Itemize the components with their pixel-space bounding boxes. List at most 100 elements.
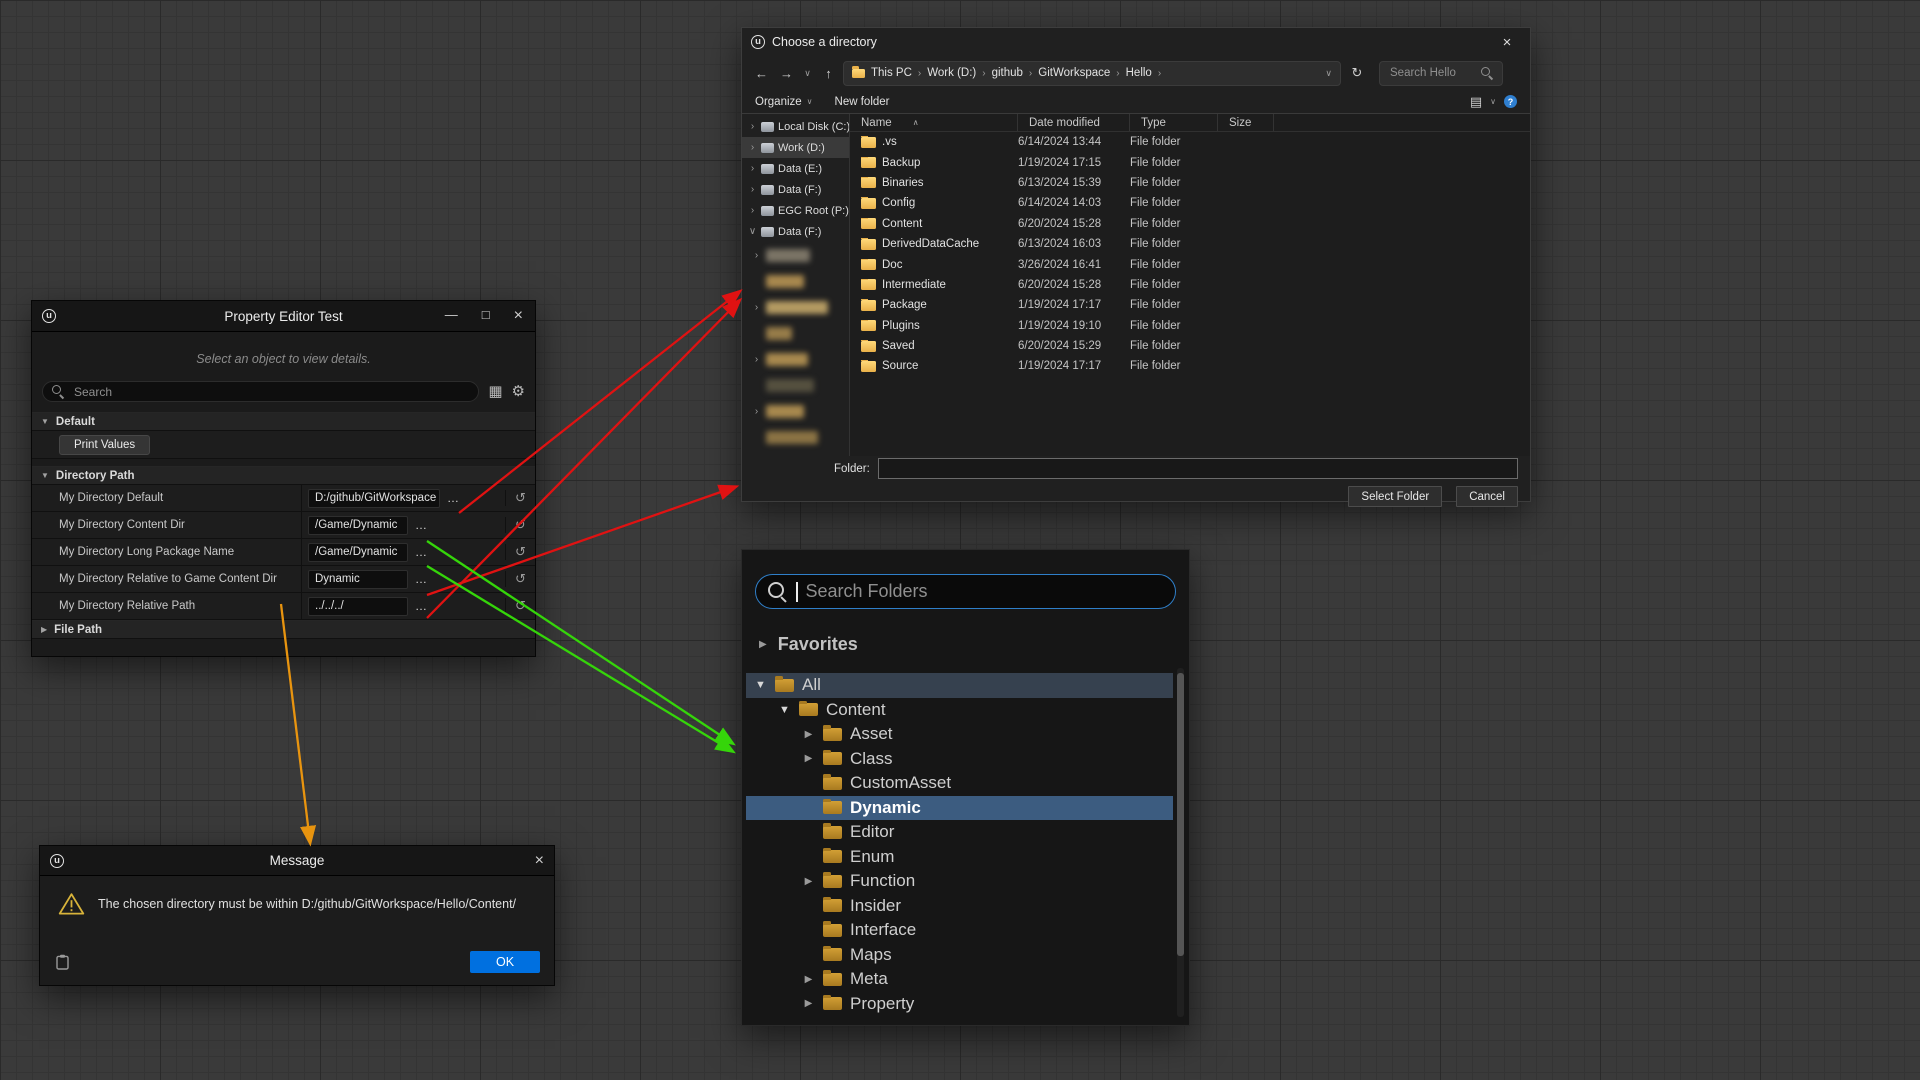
- property-value-box[interactable]: /Game/Dynamic: [308, 543, 408, 562]
- breadcrumb-segment-github[interactable]: github: [989, 67, 1026, 79]
- file-row-binaries[interactable]: Binaries6/13/2024 15:39File folder: [850, 173, 1530, 193]
- triangle-right-icon[interactable]: ▶: [802, 729, 815, 740]
- breadcrumb-segment-gitworkspace[interactable]: GitWorkspace: [1035, 67, 1113, 79]
- triangle-down-icon[interactable]: ▼: [754, 679, 767, 691]
- chevron-down-icon[interactable]: ∨: [748, 226, 757, 237]
- maximize-button[interactable]: □: [482, 308, 490, 324]
- organize-button[interactable]: Organize ∨: [755, 96, 813, 108]
- select-folder-button[interactable]: Select Folder: [1348, 486, 1442, 507]
- folder-input[interactable]: [878, 458, 1518, 479]
- browse-ellipsis-button[interactable]: …: [413, 516, 429, 535]
- reset-to-default-icon[interactable]: ↺: [505, 517, 535, 533]
- file-row-intermediate[interactable]: Intermediate6/20/2024 15:28File folder: [850, 275, 1530, 295]
- tree-item-content[interactable]: ▼Content: [746, 698, 1173, 723]
- breadcrumb-segment-hello[interactable]: Hello: [1123, 67, 1155, 79]
- file-row-source[interactable]: Source1/19/2024 17:17File folder: [850, 356, 1530, 376]
- forward-button[interactable]: →: [776, 62, 797, 84]
- column-header-name[interactable]: Name ∧: [850, 114, 1018, 131]
- view-list-icon[interactable]: ▤: [1470, 94, 1482, 110]
- tree-item-insider[interactable]: Insider: [746, 894, 1173, 919]
- section-header-directory-path[interactable]: ▼ Directory Path: [32, 466, 535, 485]
- chevron-down-icon[interactable]: ∨: [1325, 68, 1332, 79]
- browse-ellipsis-button[interactable]: …: [413, 570, 429, 589]
- reset-to-default-icon[interactable]: ↺: [505, 544, 535, 560]
- tree-item-class[interactable]: ▶Class: [746, 747, 1173, 772]
- back-button[interactable]: ←: [751, 62, 772, 84]
- minimize-button[interactable]: —: [445, 308, 458, 324]
- tree-item-property[interactable]: ▶Property: [746, 992, 1173, 1017]
- column-header-date-modified[interactable]: Date modified: [1018, 114, 1130, 131]
- section-header-file-path[interactable]: ▶ File Path: [32, 620, 535, 639]
- tree-item-asset[interactable]: ▶Asset: [746, 722, 1173, 747]
- browse-ellipsis-button[interactable]: …: [413, 543, 429, 562]
- file-row-package[interactable]: Package1/19/2024 17:17File folder: [850, 295, 1530, 315]
- copy-to-clipboard-icon[interactable]: [56, 954, 69, 970]
- file-row-deriveddatacache[interactable]: DerivedDataCache6/13/2024 16:03File fold…: [850, 234, 1530, 254]
- chevron-right-icon[interactable]: ›: [748, 184, 757, 195]
- dialog-titlebar[interactable]: u Message ×: [40, 846, 554, 876]
- up-button[interactable]: ↑: [818, 62, 839, 84]
- triangle-right-icon[interactable]: ▶: [802, 998, 815, 1009]
- chevron-right-icon[interactable]: ›: [748, 205, 757, 216]
- file-row-content[interactable]: Content6/20/2024 15:28File folder: [850, 214, 1530, 234]
- triangle-down-icon[interactable]: ▼: [778, 704, 791, 716]
- file-row-config[interactable]: Config6/14/2024 14:03File folder: [850, 193, 1530, 213]
- file-row-vs[interactable]: .vs6/14/2024 13:44File folder: [850, 132, 1530, 152]
- display-settings-icon[interactable]: ▦: [488, 384, 502, 399]
- reset-to-default-icon[interactable]: ↺: [505, 598, 535, 614]
- print-values-button[interactable]: Print Values: [59, 435, 150, 455]
- property-value-box[interactable]: ../../../: [308, 597, 408, 616]
- property-value-box[interactable]: Dynamic: [308, 570, 408, 589]
- help-icon[interactable]: ?: [1504, 95, 1517, 108]
- tree-item-interface[interactable]: Interface: [746, 918, 1173, 943]
- reset-to-default-icon[interactable]: ↺: [505, 490, 535, 506]
- file-row-plugins[interactable]: Plugins1/19/2024 19:10File folder: [850, 316, 1530, 336]
- reset-to-default-icon[interactable]: ↺: [505, 571, 535, 587]
- chevron-right-icon[interactable]: ›: [748, 121, 757, 132]
- file-row-backup[interactable]: Backup1/19/2024 17:15File folder: [850, 152, 1530, 172]
- column-header-size[interactable]: Size: [1218, 114, 1274, 131]
- tree-item-function[interactable]: ▶Function: [746, 869, 1173, 894]
- favorites-section[interactable]: ▶ Favorites: [759, 634, 1189, 655]
- search-box[interactable]: [42, 381, 479, 402]
- property-value-box[interactable]: D:/github/GitWorkspace: [308, 489, 440, 508]
- nav-item-local-disk-c[interactable]: ›Local Disk (C:): [742, 116, 849, 137]
- nav-item-data-f[interactable]: ›Data (F:): [742, 179, 849, 200]
- tree-item-all[interactable]: ▼All: [746, 673, 1173, 698]
- tree-item-meta[interactable]: ▶Meta: [746, 967, 1173, 992]
- browse-ellipsis-button[interactable]: …: [445, 489, 461, 508]
- column-header-type[interactable]: Type: [1130, 114, 1218, 131]
- browse-ellipsis-button[interactable]: …: [413, 597, 429, 616]
- folder-search-box[interactable]: Search Folders: [755, 574, 1176, 609]
- scrollbar-thumb[interactable]: [1177, 673, 1184, 956]
- tree-item-dynamic[interactable]: Dynamic: [746, 796, 1173, 821]
- triangle-right-icon[interactable]: ▶: [802, 876, 815, 887]
- chevron-right-icon[interactable]: ›: [748, 163, 757, 174]
- new-folder-button[interactable]: New folder: [835, 96, 890, 108]
- breadcrumb-segment-this-pc[interactable]: This PC: [868, 67, 915, 79]
- search-input[interactable]: [1388, 66, 1477, 80]
- close-button[interactable]: ×: [1493, 34, 1521, 51]
- tree-item-editor[interactable]: Editor: [746, 820, 1173, 845]
- window-titlebar[interactable]: u Property Editor Test — □ ×: [32, 301, 535, 332]
- triangle-right-icon[interactable]: ▶: [802, 753, 815, 764]
- ok-button[interactable]: OK: [470, 951, 540, 973]
- breadcrumb-segment-work-d[interactable]: Work (D:): [924, 67, 979, 79]
- cancel-button[interactable]: Cancel: [1456, 486, 1518, 507]
- search-input[interactable]: [72, 384, 469, 400]
- property-value-box[interactable]: /Game/Dynamic: [308, 516, 408, 535]
- tree-item-enum[interactable]: Enum: [746, 845, 1173, 870]
- close-button[interactable]: ×: [514, 308, 523, 324]
- tree-item-customasset[interactable]: CustomAsset: [746, 771, 1173, 796]
- recent-locations-button[interactable]: ∨: [801, 62, 814, 84]
- nav-item-egc-root-p[interactable]: ›EGC Root (P:): [742, 200, 849, 221]
- gear-icon[interactable]: ⚙: [512, 384, 525, 399]
- chevron-right-icon[interactable]: ›: [748, 142, 757, 153]
- file-row-doc[interactable]: Doc3/26/2024 16:41File folder: [850, 254, 1530, 274]
- search-box[interactable]: [1379, 61, 1503, 86]
- refresh-button[interactable]: ↻: [1345, 65, 1369, 81]
- dialog-titlebar[interactable]: u Choose a directory ×: [742, 28, 1530, 56]
- tree-item-maps[interactable]: Maps: [746, 943, 1173, 968]
- nav-item-data-e[interactable]: ›Data (E:): [742, 158, 849, 179]
- file-row-saved[interactable]: Saved6/20/2024 15:29File folder: [850, 336, 1530, 356]
